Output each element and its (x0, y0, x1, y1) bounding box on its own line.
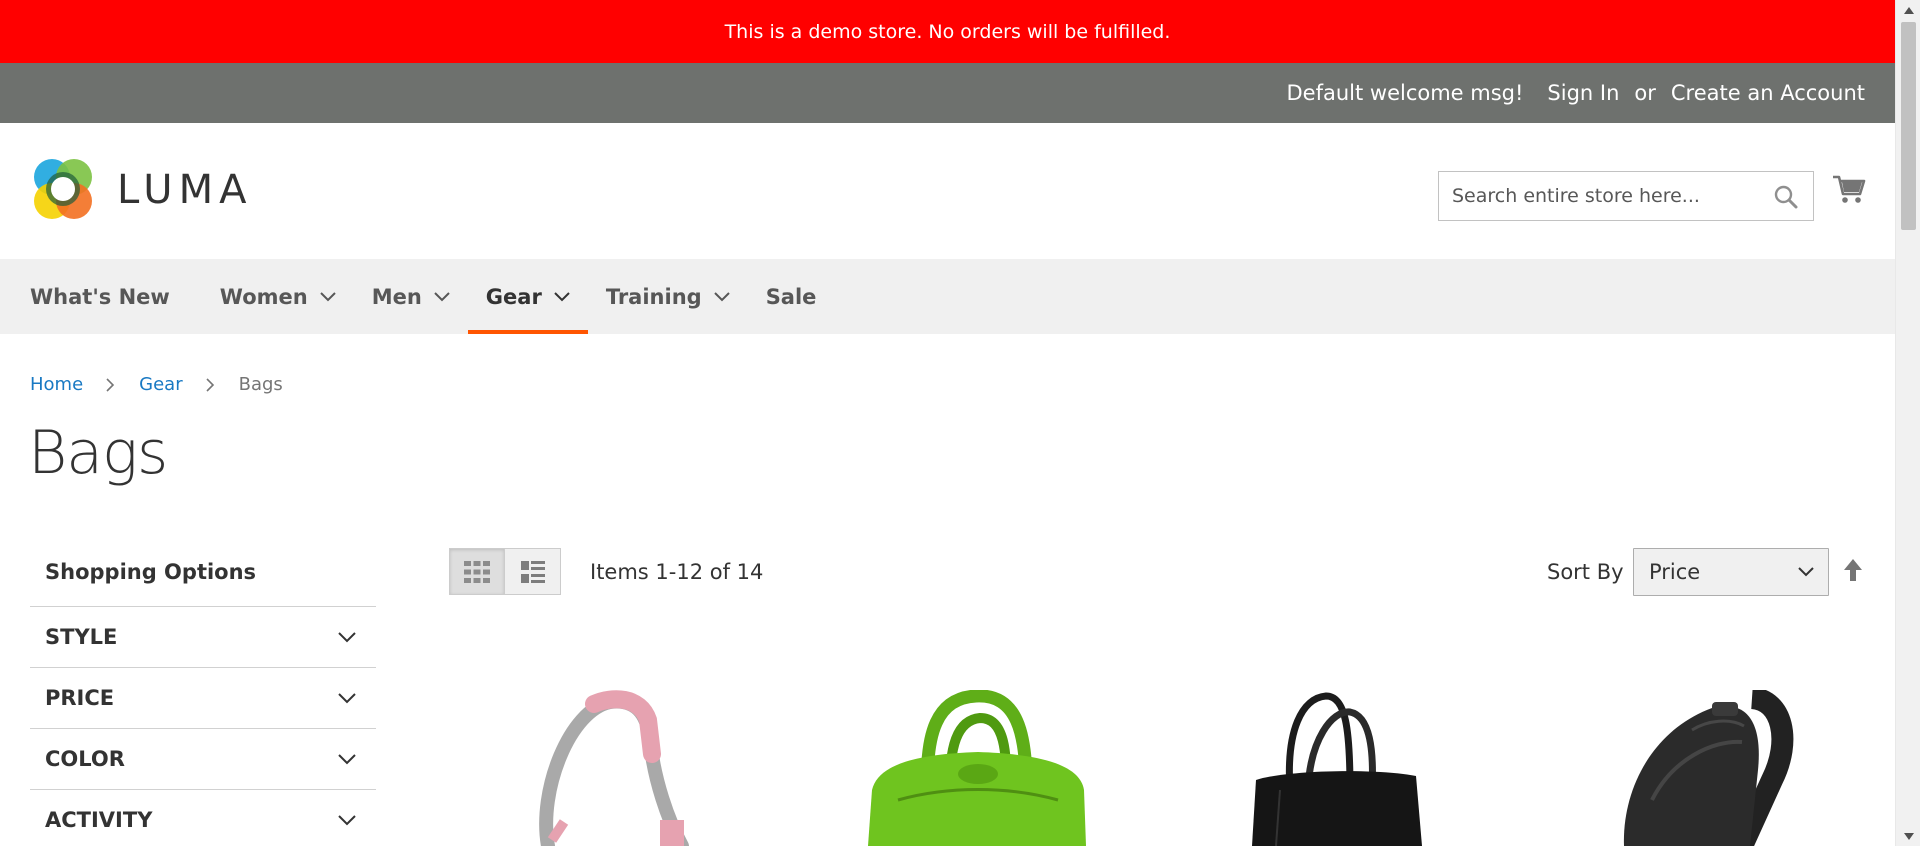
sort-by-value: Price (1649, 560, 1701, 584)
chevron-right-icon (206, 377, 214, 392)
product-image-tote-bag[interactable] (1246, 690, 1426, 846)
nav-item-label: Gear (485, 284, 542, 309)
chevron-down-icon (713, 291, 730, 301)
product-image-duffle-bag[interactable] (858, 690, 1098, 846)
sort-direction-arrow-up-icon[interactable] (1843, 558, 1863, 582)
filter-price[interactable]: PRICE (30, 667, 376, 728)
scroll-thumb[interactable] (1901, 22, 1916, 230)
nav-item-label: What's New (30, 284, 170, 309)
nav-item-gear[interactable]: Gear (467, 259, 588, 334)
filter-label: STYLE (45, 625, 118, 649)
product-image-shoulder-strap-bag[interactable] (530, 690, 700, 846)
header: LUMA (0, 123, 1895, 259)
filter-label: PRICE (45, 686, 115, 710)
top-panel: Default welcome msg! Sign In or Create a… (0, 63, 1895, 123)
page-title: Bags (28, 418, 168, 488)
cart-icon[interactable] (1831, 171, 1867, 207)
chevron-down-icon (338, 631, 356, 642)
search-box (1438, 171, 1814, 221)
scroll-up-arrow-icon[interactable] (1896, 0, 1920, 20)
nav-item-women[interactable]: Women (202, 259, 354, 334)
chevron-down-icon (554, 291, 570, 301)
chevron-down-icon (319, 291, 336, 301)
filter-color[interactable]: COLOR (30, 728, 376, 789)
breadcrumb: Home Gear Bags (30, 374, 283, 395)
grid-icon (464, 560, 490, 583)
breadcrumb-gear[interactable]: Gear (139, 374, 182, 395)
chevron-down-icon (338, 814, 356, 825)
chevron-down-icon (1798, 567, 1814, 577)
breadcrumb-current: Bags (238, 374, 283, 395)
or-text: or (1634, 81, 1656, 105)
page-scrollbar[interactable] (1895, 0, 1920, 846)
toolbar-amount: Items 1-12 of 14 (590, 560, 764, 584)
chevron-right-icon (106, 377, 115, 392)
luma-logo-icon (34, 159, 92, 219)
sort-by-label: Sort By (1547, 560, 1624, 584)
nav-item-label: Men (371, 284, 422, 309)
list-icon (520, 560, 545, 583)
sidebar-title: Shopping Options (45, 560, 257, 584)
logo[interactable]: LUMA (30, 157, 252, 223)
filter-label: ACTIVITY (45, 808, 153, 832)
breadcrumb-home[interactable]: Home (30, 374, 83, 395)
demo-notice-bar: This is a demo store. No orders will be … (0, 0, 1895, 63)
chevron-down-icon (434, 291, 450, 301)
sign-in-link[interactable]: Sign In (1547, 81, 1619, 105)
demo-notice-text: This is a demo store. No orders will be … (724, 20, 1171, 43)
filter-style[interactable]: STYLE (30, 606, 376, 667)
chevron-down-icon (338, 753, 356, 764)
sidebar-filters: Shopping Options STYLE PRICE COLOR ACTIV… (30, 548, 376, 846)
nav-item-sale[interactable]: Sale (748, 259, 835, 334)
product-image-sling-backpack[interactable] (1612, 690, 1812, 846)
main-navigation: What's New Women Men Gear Training Sale (0, 259, 1895, 334)
nav-item-label: Training (605, 284, 702, 309)
logo-text: LUMA (117, 167, 253, 213)
nav-item-label: Sale (765, 284, 817, 309)
nav-item-label: Women (219, 284, 308, 309)
create-account-link[interactable]: Create an Account (1671, 81, 1865, 105)
page: This is a demo store. No orders will be … (0, 0, 1895, 846)
list-view-button[interactable] (505, 548, 561, 595)
nav-item-whats-new[interactable]: What's New (12, 259, 202, 334)
view-mode-switcher (449, 548, 561, 595)
sort-by-select[interactable]: Price (1633, 548, 1829, 596)
welcome-message: Default welcome msg! (1286, 81, 1524, 105)
nav-item-men[interactable]: Men (354, 259, 468, 334)
filter-activity[interactable]: ACTIVITY (30, 789, 376, 846)
chevron-down-icon (338, 692, 356, 703)
search-icon[interactable] (1773, 184, 1799, 210)
nav-item-training[interactable]: Training (588, 259, 748, 334)
search-input[interactable] (1452, 185, 1762, 207)
scroll-down-arrow-icon[interactable] (1896, 826, 1920, 846)
filter-label: COLOR (45, 747, 125, 771)
grid-view-button[interactable] (449, 548, 505, 595)
